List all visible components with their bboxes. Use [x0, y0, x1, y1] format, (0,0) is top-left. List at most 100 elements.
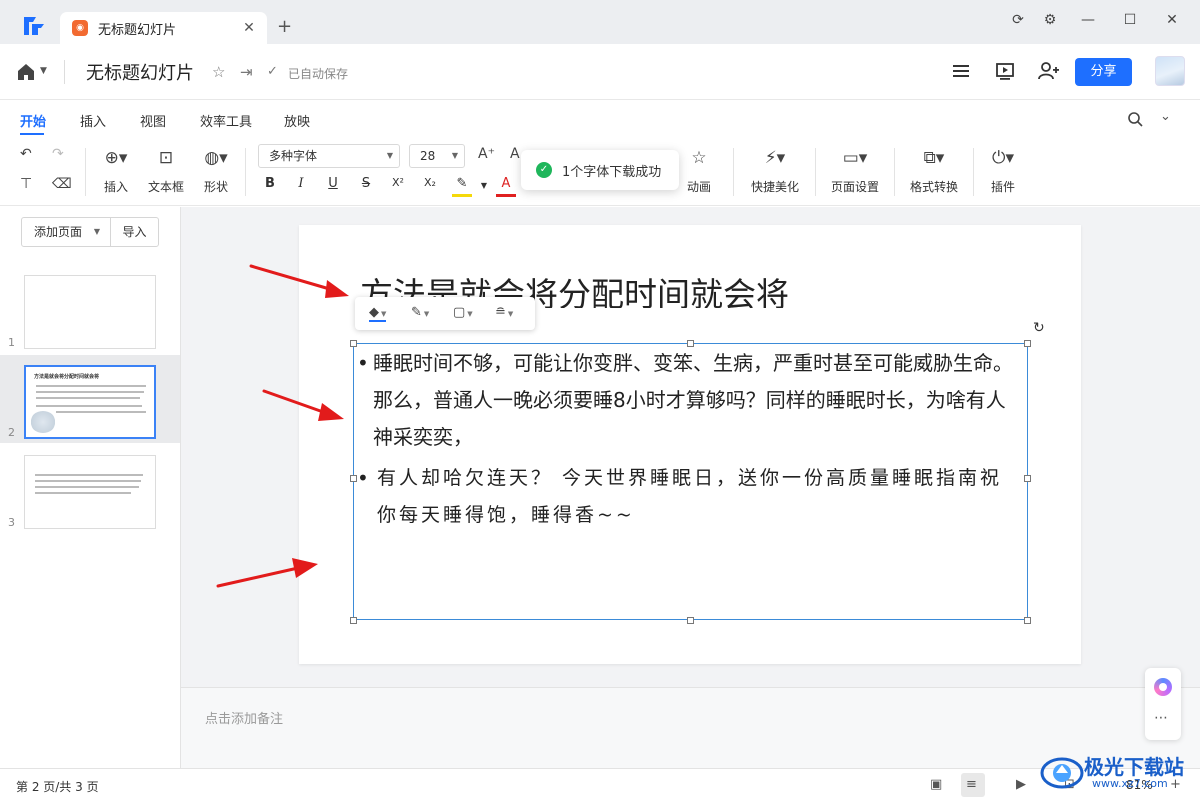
close-window-icon[interactable]: ✕	[1162, 12, 1182, 28]
insert-button[interactable]: ⊕▾ 插入	[98, 148, 134, 195]
search-icon[interactable]	[1127, 111, 1143, 127]
share-button[interactable]: 分享	[1075, 58, 1132, 86]
document-tab[interactable]: ◉ 无标题幻灯片 ✕	[60, 12, 267, 44]
tab-efficiency-tools[interactable]: 效率工具	[200, 111, 252, 130]
quick-beautify-label: 快捷美化	[750, 180, 799, 194]
page-setup-button[interactable]: ▭▾ 页面设置	[829, 148, 881, 195]
font-size-value: 28	[420, 149, 436, 163]
bold-button[interactable]: B	[260, 176, 280, 191]
import-button[interactable]: 导入	[110, 217, 159, 247]
plugin-button[interactable]: ⏻▾ 插件	[987, 148, 1019, 195]
star-icon[interactable]: ☆	[212, 63, 225, 81]
menu-icon[interactable]	[950, 60, 972, 82]
watermark-logo-icon	[1040, 757, 1084, 789]
play-icon[interactable]: ▶	[1016, 777, 1026, 792]
normal-view-icon[interactable]: ▣	[930, 777, 942, 792]
thumbnail-text-line	[36, 385, 146, 387]
font-family-value: 多种字体	[269, 149, 318, 163]
tab-slideshow[interactable]: 放映	[284, 111, 310, 130]
italic-button[interactable]: I	[291, 176, 311, 191]
divider	[245, 148, 246, 196]
font-family-select[interactable]: 多种字体 ▼	[258, 144, 400, 168]
tab-start[interactable]: 开始	[20, 111, 46, 130]
subscript-button[interactable]: X₂	[420, 176, 440, 189]
move-to-folder-icon[interactable]: ⇥	[240, 63, 253, 81]
font-color-icon[interactable]: A	[496, 176, 516, 197]
add-collaborator-icon[interactable]	[1037, 60, 1059, 82]
highlight-color-icon[interactable]: ✎	[452, 176, 472, 197]
align-icon[interactable]: ≘ ▼	[495, 305, 513, 320]
slide-thumbnail-item[interactable]: 1	[0, 265, 180, 353]
home-icon[interactable]	[16, 62, 36, 82]
app-logo-icon[interactable]	[22, 14, 46, 38]
resize-handle[interactable]	[1024, 340, 1031, 347]
maximize-icon[interactable]: ☐	[1120, 12, 1140, 28]
site-watermark: 极光下载站 www.xz7.com	[1040, 747, 1198, 797]
notes-placeholder[interactable]: 点击添加备注	[205, 708, 283, 727]
format-painter-icon[interactable]: ⊤	[20, 176, 32, 192]
user-avatar[interactable]	[1155, 56, 1185, 86]
slide-thumbnail-item[interactable]: 方法是就会将分配时间就会将 2	[0, 355, 180, 443]
slide-thumbnail[interactable]	[24, 275, 156, 349]
divider	[973, 148, 974, 196]
shape-button[interactable]: ◍▾ 形状	[198, 148, 234, 195]
settings-gear-icon[interactable]: ⚙	[1040, 12, 1060, 28]
eraser-icon[interactable]: ⌫	[52, 176, 72, 192]
annotation-arrow	[216, 558, 318, 588]
underline-button[interactable]: U	[323, 176, 343, 191]
collapse-ribbon-chevron-icon[interactable]: ⌄	[1160, 109, 1171, 124]
slide-thumbnail[interactable]: 方法是就会将分配时间就会将	[24, 365, 156, 439]
minimize-icon[interactable]: —	[1078, 12, 1098, 28]
close-tab-icon[interactable]: ✕	[241, 20, 257, 36]
bullet-marker: •	[357, 466, 369, 490]
slide-thumbnail-item[interactable]: 3	[0, 445, 180, 533]
thumbnail-cloud-image	[30, 411, 56, 433]
animation-button[interactable]: ☆ 动画	[684, 148, 714, 195]
document-header: ▼ 无标题幻灯片 ☆ ⇥ ✓ 已自动保存 分享	[0, 44, 1200, 100]
decrease-font-icon[interactable]: A	[510, 146, 520, 162]
fill-color-icon[interactable]: ◆ ▼	[369, 305, 387, 322]
bullet-text[interactable]: 睡眠时间不够，可能让你变胖、变笨、生病，严重时甚至可能威胁生命。那么，普通人一晚…	[373, 345, 1021, 456]
slideshow-icon[interactable]	[994, 60, 1016, 82]
resize-handle[interactable]	[687, 617, 694, 624]
quick-beautify-button[interactable]: ⚡▾ 快捷美化	[749, 148, 801, 195]
resize-handle[interactable]	[350, 617, 357, 624]
strikethrough-button[interactable]: S	[356, 176, 376, 191]
active-tab-indicator	[20, 133, 44, 135]
success-check-icon: ✓	[536, 162, 552, 178]
notes-view-icon[interactable]: ≡	[966, 777, 977, 792]
ai-assistant-icon[interactable]	[1154, 678, 1172, 696]
resize-handle[interactable]	[350, 475, 357, 482]
divider	[894, 148, 895, 196]
thumbnail-text-line	[36, 405, 142, 407]
new-tab-icon[interactable]: +	[277, 16, 292, 37]
increase-font-icon[interactable]: A⁺	[478, 146, 495, 162]
slide-thumbnail[interactable]	[24, 455, 156, 529]
add-page-button[interactable]: 添加页面 ▼	[21, 217, 111, 247]
thumbnail-text-line	[35, 480, 141, 482]
font-size-select[interactable]: 28 ▼	[409, 144, 465, 168]
border-style-icon[interactable]: ▢ ▼	[453, 305, 473, 320]
textbox-button[interactable]: ⊡ 文本框	[146, 148, 186, 195]
bullet-text[interactable]: 有人却哈欠连天？ 今天世界睡眠日，送你一份高质量睡眠指南祝你每天睡得饱，睡得香~…	[377, 460, 1021, 534]
resize-handle[interactable]	[1024, 475, 1031, 482]
redo-icon[interactable]: ↷	[52, 146, 64, 162]
superscript-button[interactable]: X²	[388, 176, 408, 189]
plus-circle-icon: ⊕▾	[104, 148, 128, 168]
resize-handle[interactable]	[350, 340, 357, 347]
resize-handle[interactable]	[1024, 617, 1031, 624]
tab-insert[interactable]: 插入	[80, 111, 106, 130]
home-dropdown-caret-icon[interactable]: ▼	[40, 66, 47, 76]
chevron-down-icon[interactable]: ▼	[474, 181, 494, 190]
textbox-label: 文本框	[147, 180, 184, 194]
tab-view[interactable]: 视图	[140, 111, 166, 130]
document-title[interactable]: 无标题幻灯片	[86, 59, 194, 85]
more-options-icon[interactable]: ⋯	[1154, 710, 1168, 726]
sync-icon[interactable]: ⟳	[1008, 12, 1028, 28]
chevron-down-icon[interactable]: ▼	[94, 218, 100, 246]
thumbnail-text-line	[35, 474, 143, 476]
rotate-handle-icon[interactable]: ↻	[1033, 320, 1045, 336]
undo-icon[interactable]: ↶	[20, 146, 32, 162]
outline-color-icon[interactable]: ✎ ▼	[411, 305, 429, 320]
format-convert-button[interactable]: ⧉▾ 格式转换	[908, 148, 960, 195]
